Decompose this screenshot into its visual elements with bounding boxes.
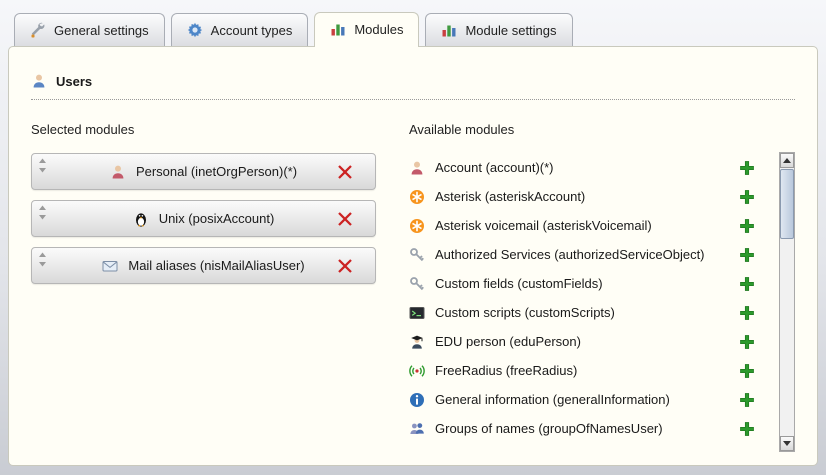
tab-modules[interactable]: Modules [314, 12, 419, 47]
chart-icon [441, 22, 457, 38]
add-module-button[interactable] [739, 334, 755, 350]
selected-module-item[interactable]: Unix (posixAccount) [31, 200, 376, 237]
person-icon [110, 164, 126, 180]
tab-module-settings[interactable]: Module settings [425, 13, 572, 46]
add-module-button[interactable] [739, 421, 755, 437]
selected-modules-title: Selected modules [31, 122, 379, 137]
selected-module-label: Personal (inetOrgPerson)(*) [136, 164, 297, 179]
scroll-up-button[interactable] [780, 153, 794, 168]
asterisk-icon [409, 218, 425, 234]
available-module-row: EDU person (eduPerson) [409, 327, 755, 356]
available-module-label: FreeRadius (freeRadius) [435, 363, 729, 378]
add-module-button[interactable] [739, 247, 755, 263]
available-module-label: Asterisk (asteriskAccount) [435, 189, 729, 204]
selected-modules-column: Selected modules Personal (inetOrgPerson… [31, 122, 379, 443]
user-icon [31, 73, 47, 89]
available-module-label: Asterisk voicemail (asteriskVoicemail) [435, 218, 729, 233]
add-module-button[interactable] [739, 160, 755, 176]
available-module-row: General information (generalInformation) [409, 385, 755, 414]
add-module-button[interactable] [739, 392, 755, 408]
scroll-down-button[interactable] [780, 436, 794, 451]
available-module-row: Custom scripts (customScripts) [409, 298, 755, 327]
tab-label: Modules [354, 22, 403, 37]
key-icon [409, 247, 425, 263]
group-icon [409, 421, 425, 437]
available-modules-list: Account (account)(*) Asterisk (asteriskA… [409, 153, 795, 443]
drag-handle-icon[interactable] [38, 252, 47, 267]
available-module-row: FreeRadius (freeRadius) [409, 356, 755, 385]
mail-icon [102, 258, 118, 274]
scrollbar-thumb[interactable] [780, 169, 794, 239]
available-module-label: EDU person (eduPerson) [435, 334, 729, 349]
modules-panel: Users Selected modules Personal (inetOrg… [8, 46, 818, 466]
add-module-button[interactable] [739, 276, 755, 292]
asterisk-icon [409, 189, 425, 205]
available-module-row: Account (account)(*) [409, 153, 755, 182]
selected-module-item[interactable]: Mail aliases (nisMailAliasUser) [31, 247, 376, 284]
available-module-row: Authorized Services (authorizedServiceOb… [409, 240, 755, 269]
tab-label: General settings [54, 23, 149, 38]
drag-handle-icon[interactable] [38, 205, 47, 220]
tab-label: Account types [211, 23, 293, 38]
section-title: Users [56, 74, 92, 89]
modules-columns: Selected modules Personal (inetOrgPerson… [31, 122, 795, 443]
key-icon [409, 276, 425, 292]
tab-label: Module settings [465, 23, 556, 38]
scrollbar[interactable] [779, 152, 795, 452]
drag-handle-icon[interactable] [38, 158, 47, 173]
available-module-label: Authorized Services (authorizedServiceOb… [435, 247, 729, 262]
available-module-row: Groups of names (groupOfNamesUser) [409, 414, 755, 443]
signal-icon [409, 363, 425, 379]
gear-icon [187, 22, 203, 38]
add-module-button[interactable] [739, 189, 755, 205]
triangle-up-icon [783, 158, 791, 163]
remove-module-button[interactable] [337, 258, 353, 274]
users-section-header: Users [31, 73, 795, 100]
lam-configuration-page: General settings Account types Modules M… [0, 0, 826, 475]
tab-general-settings[interactable]: General settings [14, 13, 165, 46]
available-module-label: Groups of names (groupOfNamesUser) [435, 421, 729, 436]
available-modules-title: Available modules [409, 122, 795, 137]
add-module-button[interactable] [739, 363, 755, 379]
tab-bar: General settings Account types Modules M… [0, 0, 826, 46]
available-module-row: Asterisk (asteriskAccount) [409, 182, 755, 211]
chart-icon [330, 21, 346, 37]
tab-account-types[interactable]: Account types [171, 13, 309, 46]
add-module-button[interactable] [739, 305, 755, 321]
available-module-label: Custom scripts (customScripts) [435, 305, 729, 320]
available-modules-column: Available modules Account (account)(*) [409, 122, 795, 443]
info-icon [409, 392, 425, 408]
remove-module-button[interactable] [337, 164, 353, 180]
selected-module-item[interactable]: Personal (inetOrgPerson)(*) [31, 153, 376, 190]
graduate-icon [409, 334, 425, 350]
remove-module-button[interactable] [337, 211, 353, 227]
triangle-down-icon [783, 441, 791, 446]
add-module-button[interactable] [739, 218, 755, 234]
available-module-row: Custom fields (customFields) [409, 269, 755, 298]
terminal-icon [409, 305, 425, 321]
available-module-label: Account (account)(*) [435, 160, 729, 175]
person-icon [409, 160, 425, 176]
available-module-label: Custom fields (customFields) [435, 276, 729, 291]
penguin-icon [133, 211, 149, 227]
wrench-icon [30, 22, 46, 38]
available-module-label: General information (generalInformation) [435, 392, 729, 407]
selected-module-label: Mail aliases (nisMailAliasUser) [128, 258, 304, 273]
selected-module-label: Unix (posixAccount) [159, 211, 275, 226]
available-module-row: Asterisk voicemail (asteriskVoicemail) [409, 211, 755, 240]
